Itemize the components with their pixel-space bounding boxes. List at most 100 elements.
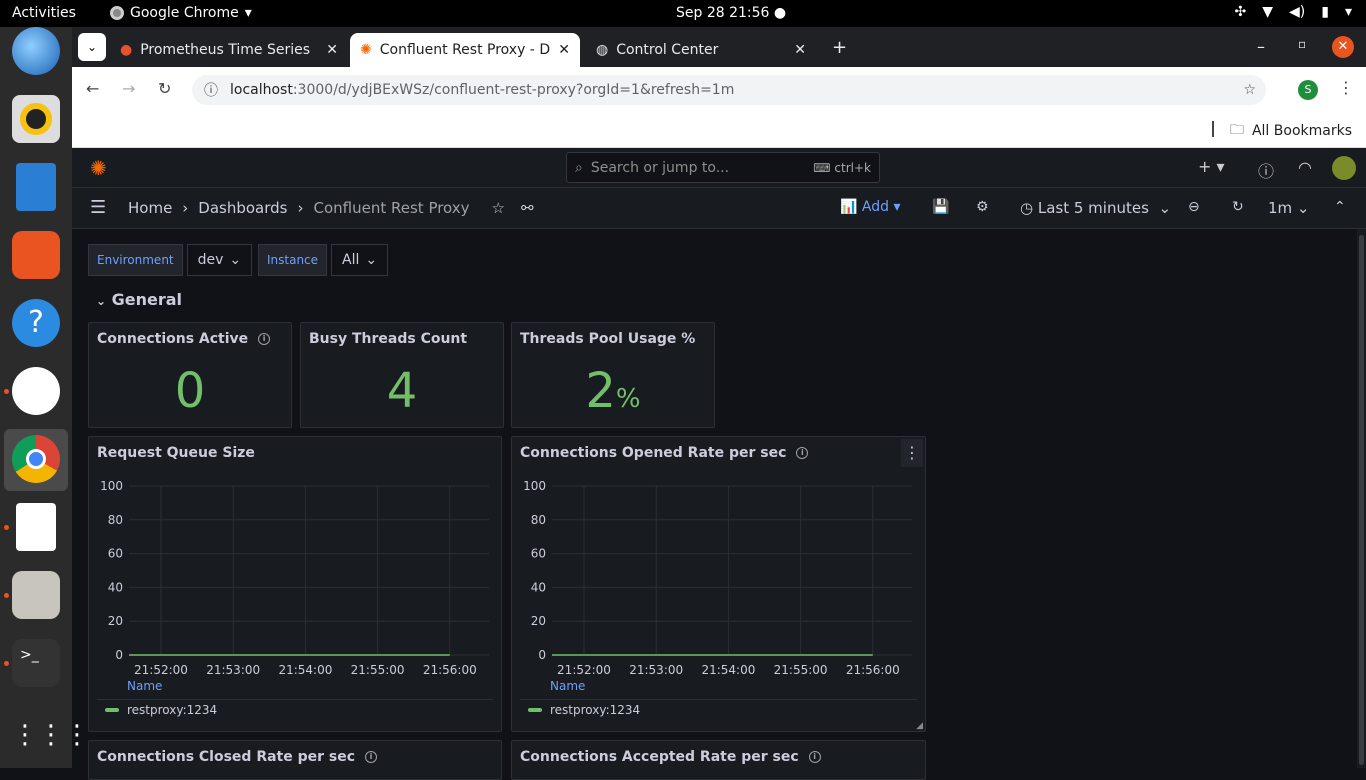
clock[interactable]: Sep 28 21:56 ● <box>676 5 786 21</box>
x-tick-label: 21:56:00 <box>846 663 900 677</box>
panel-title: Connections Active <box>97 331 249 347</box>
stat-panel-connections-active[interactable]: Connections Active i 0 <box>88 322 292 428</box>
profile-avatar[interactable]: S <box>1298 80 1318 100</box>
chrome-dock-icon[interactable] <box>12 435 60 483</box>
variable-value: dev <box>197 252 224 268</box>
close-icon[interactable]: ✕ <box>326 42 338 58</box>
chevron-down-icon: ⌄ <box>229 252 242 268</box>
graph-panel-request-queue[interactable]: Request Queue Size 0 20 40 60 80 100 21:52:00 2… <box>88 436 502 732</box>
text-editor-icon[interactable] <box>16 503 56 551</box>
info-icon[interactable]: i <box>796 447 809 459</box>
slack-icon[interactable] <box>12 367 60 415</box>
forward-icon[interactable]: → <box>122 79 135 98</box>
stat-value: 2% <box>585 363 641 419</box>
graph-panel-connections-opened[interactable]: Connections Opened Rate per sec i ⋮ 0 20 40… <box>511 436 926 732</box>
thunderbird-icon[interactable] <box>12 27 60 75</box>
site-info-icon[interactable]: ⓘ <box>204 80 218 100</box>
search-icon: ⌕ <box>575 159 583 176</box>
menu-toggle-icon[interactable]: ☰ <box>90 197 106 218</box>
panel-title: Connections Accepted Rate per sec <box>520 749 799 765</box>
timeseries-chart[interactable]: 0 20 40 60 80 100 21:52:00 21:53:00 21:54:00 21:5… <box>512 473 924 693</box>
add-button[interactable]: 📊 Add ▾ <box>840 199 900 215</box>
panel-menu-icon[interactable]: ⋮ <box>901 439 923 467</box>
user-avatar[interactable] <box>1332 156 1356 180</box>
running-indicator <box>4 593 9 598</box>
new-tab-icon[interactable]: + <box>832 37 847 58</box>
bookmark-star-icon[interactable]: ☆ <box>1243 82 1256 98</box>
clock-label: Sep 28 21:56 <box>676 5 770 21</box>
all-bookmarks-button[interactable]: 🗀 All Bookmarks <box>1230 119 1352 143</box>
tab-control-center[interactable]: ◍ Control Center ✕ <box>586 33 816 67</box>
close-window-icon[interactable]: ✕ <box>1332 36 1354 58</box>
legend-swatch <box>528 708 542 712</box>
settings-gear-icon[interactable]: ⚙ <box>976 199 989 215</box>
stat-panel-thread-pool-usage[interactable]: Threads Pool Usage % 2% <box>511 322 715 428</box>
url-bar[interactable]: ⓘ localhost:3000/d/ydjBExWSz/confluent-r… <box>192 75 1266 105</box>
rhythmbox-icon[interactable] <box>12 95 60 143</box>
timeseries-chart[interactable]: 0 20 40 60 80 100 21:52:00 21:53:00 21:54:00 21:5… <box>89 473 501 693</box>
legend-item[interactable]: restproxy:1234 <box>528 703 640 717</box>
refresh-interval-picker[interactable]: 1m ⌄ <box>1268 199 1310 217</box>
environment-select[interactable]: dev ⌄ <box>186 244 253 276</box>
breadcrumb-home[interactable]: Home <box>128 199 172 217</box>
x-tick-label: 21:54:00 <box>278 663 332 677</box>
zoom-out-icon[interactable]: ⊖ <box>1188 199 1200 215</box>
close-icon[interactable]: ✕ <box>558 42 570 58</box>
info-icon[interactable]: i <box>258 333 271 345</box>
terminal-icon[interactable]: >_ <box>12 639 60 687</box>
collapse-chevron-up-icon[interactable]: ⌃ <box>1334 199 1346 215</box>
graph-panel-connections-accepted[interactable]: Connections Accepted Rate per sec i <box>511 740 926 780</box>
y-tick-label: 100 <box>100 479 123 493</box>
show-apps-icon[interactable]: ⋮⋮⋮ <box>12 713 90 761</box>
info-icon[interactable]: i <box>808 751 821 763</box>
tab-prometheus[interactable]: ● Prometheus Time Series ✕ <box>110 33 348 67</box>
save-icon[interactable]: 💾 <box>932 199 949 215</box>
graph-panel-connections-closed[interactable]: Connections Closed Rate per sec i <box>88 740 502 780</box>
stat-panel-busy-threads[interactable]: Busy Threads Count 4 <box>300 322 504 428</box>
variable-instance: Instance All ⌄ <box>258 244 389 276</box>
new-plus-icon[interactable]: + ▾ <box>1198 157 1225 176</box>
help-icon[interactable]: ⓘ <box>1258 158 1274 182</box>
breadcrumb-dashboards[interactable]: Dashboards <box>198 199 287 217</box>
instance-select[interactable]: All ⌄ <box>331 244 389 276</box>
row-general[interactable]: ⌄ General <box>96 290 182 309</box>
app-menu[interactable]: Google Chrome ▾ <box>110 5 252 21</box>
network-icon: ✣ <box>1234 4 1247 20</box>
share-icon[interactable]: ⚯ <box>521 199 534 217</box>
back-icon[interactable]: ← <box>86 79 99 98</box>
variable-label: Environment <box>88 244 183 276</box>
system-tray[interactable]: ✣ ▼ ◀) ▮ ▾ <box>1235 4 1353 20</box>
bookmarks-bar: 🗀 All Bookmarks <box>72 113 1366 148</box>
close-icon[interactable]: ✕ <box>794 42 806 58</box>
refresh-interval-label: 1m <box>1268 199 1293 217</box>
files-icon[interactable] <box>12 571 60 619</box>
activities-button[interactable]: Activities <box>12 5 76 21</box>
info-icon[interactable]: i <box>365 751 378 763</box>
tab-confluent-rest-proxy[interactable]: ✺ Confluent Rest Proxy - D ✕ <box>350 33 580 67</box>
writer-icon[interactable] <box>16 163 56 211</box>
divider <box>97 699 493 700</box>
help-icon[interactable]: ? <box>12 299 60 347</box>
x-tick-label: 21:53:00 <box>629 663 683 677</box>
reload-icon[interactable]: ↻ <box>158 79 171 98</box>
resize-handle-icon[interactable]: ◢ <box>916 721 923 731</box>
grafana-logo[interactable]: ✺ <box>90 156 107 180</box>
y-tick-label: 20 <box>531 614 546 628</box>
scrollbar[interactable] <box>1357 229 1366 768</box>
star-icon[interactable]: ☆ <box>492 199 505 217</box>
news-feed-icon[interactable]: ◠ <box>1298 158 1312 177</box>
time-picker[interactable]: ◷ Last 5 minutes ⌄ <box>1020 199 1171 217</box>
legend-item[interactable]: restproxy:1234 <box>105 703 217 717</box>
stat-unit: % <box>615 384 641 414</box>
search-input[interactable]: ⌕ Search or jump to... ⌨ ctrl+k <box>566 152 880 183</box>
tab-search-button[interactable]: ⌄ <box>78 33 106 61</box>
maximize-icon[interactable]: ▫ <box>1298 37 1306 51</box>
scrollbar-thumb[interactable] <box>1359 235 1364 765</box>
minimize-icon[interactable]: – <box>1257 37 1265 56</box>
app-center-icon[interactable] <box>12 231 60 279</box>
refresh-icon[interactable]: ↻ <box>1232 199 1244 215</box>
dock: ? >_ ⋮⋮⋮ <box>0 27 90 768</box>
time-range-label: Last 5 minutes <box>1037 199 1149 217</box>
power-menu-icon: ▾ <box>1344 4 1352 20</box>
menu-icon[interactable]: ⋮ <box>1338 78 1354 97</box>
